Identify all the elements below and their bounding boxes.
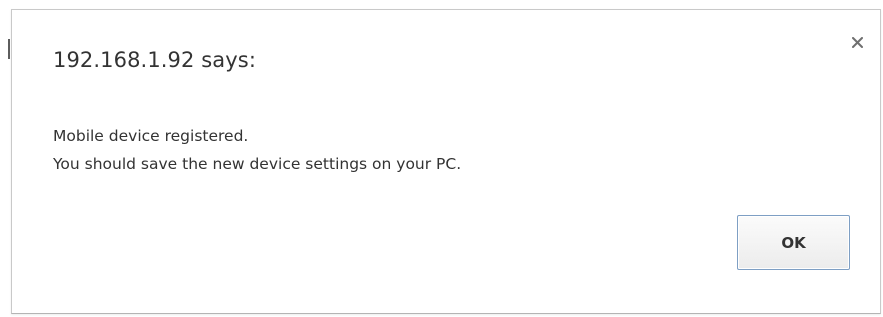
window-edge-mark — [8, 39, 10, 59]
page-background: 192.168.1.92 says: Mobile device registe… — [0, 0, 883, 317]
dialog-message: Mobile device registered. You should sav… — [53, 122, 461, 178]
ok-button[interactable]: OK — [737, 215, 850, 270]
close-button[interactable] — [847, 32, 867, 52]
alert-dialog: 192.168.1.92 says: Mobile device registe… — [11, 9, 881, 314]
close-icon — [851, 36, 863, 48]
dialog-title: 192.168.1.92 says: — [53, 48, 257, 72]
message-line-1: Mobile device registered. — [53, 127, 249, 145]
window-edge — [0, 9, 11, 314]
message-line-2: You should save the new device settings … — [53, 155, 462, 173]
